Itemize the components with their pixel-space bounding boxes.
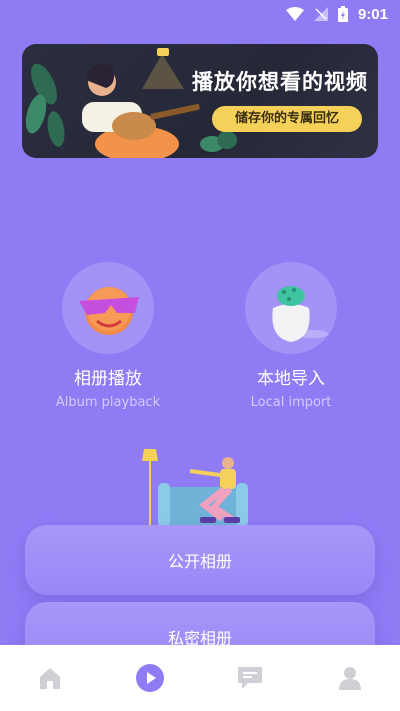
album-playback-label: 相册播放	[74, 369, 142, 389]
profile-icon	[339, 667, 361, 690]
nav-profile[interactable]	[325, 653, 375, 703]
wifi-icon	[285, 7, 304, 21]
album-playback-button[interactable]: 相册播放 Album playback	[38, 262, 178, 410]
public-album-card[interactable]: 公开相册	[25, 525, 375, 595]
album-playback-label-en: Album playback	[55, 395, 161, 410]
status-bar: 9:01	[0, 0, 400, 28]
status-time: 9:01	[357, 5, 388, 23]
nav-messages[interactable]	[225, 653, 275, 703]
banner-title: 播放你想看的视频	[192, 70, 368, 94]
bottom-nav	[0, 645, 400, 711]
local-import-label-en: Local import	[250, 395, 332, 410]
nav-home[interactable]	[25, 653, 75, 703]
promo-banner[interactable]: 播放你想看的视频 储存你的专属回忆	[22, 44, 378, 158]
no-signal-icon	[313, 7, 328, 21]
public-album-label: 公开相册	[167, 552, 232, 571]
banner-subtitle-pill: 储存你的专属回忆	[212, 106, 362, 132]
play-icon	[136, 664, 164, 692]
local-import-button[interactable]: 本地导入 Local import	[221, 262, 361, 410]
battery-charging-icon	[337, 6, 348, 22]
local-import-label: 本地导入	[257, 369, 325, 389]
album-playback-icon-circle	[62, 262, 154, 354]
local-import-icon-circle	[245, 262, 337, 354]
sunglasses-smiley-icon	[79, 287, 139, 335]
sofa-person-illustration	[142, 449, 248, 533]
home-icon	[40, 668, 60, 689]
nav-play[interactable]	[125, 653, 175, 703]
message-icon	[238, 667, 262, 689]
cactus-pot-icon	[272, 286, 329, 342]
banner-illustration	[25, 48, 237, 158]
